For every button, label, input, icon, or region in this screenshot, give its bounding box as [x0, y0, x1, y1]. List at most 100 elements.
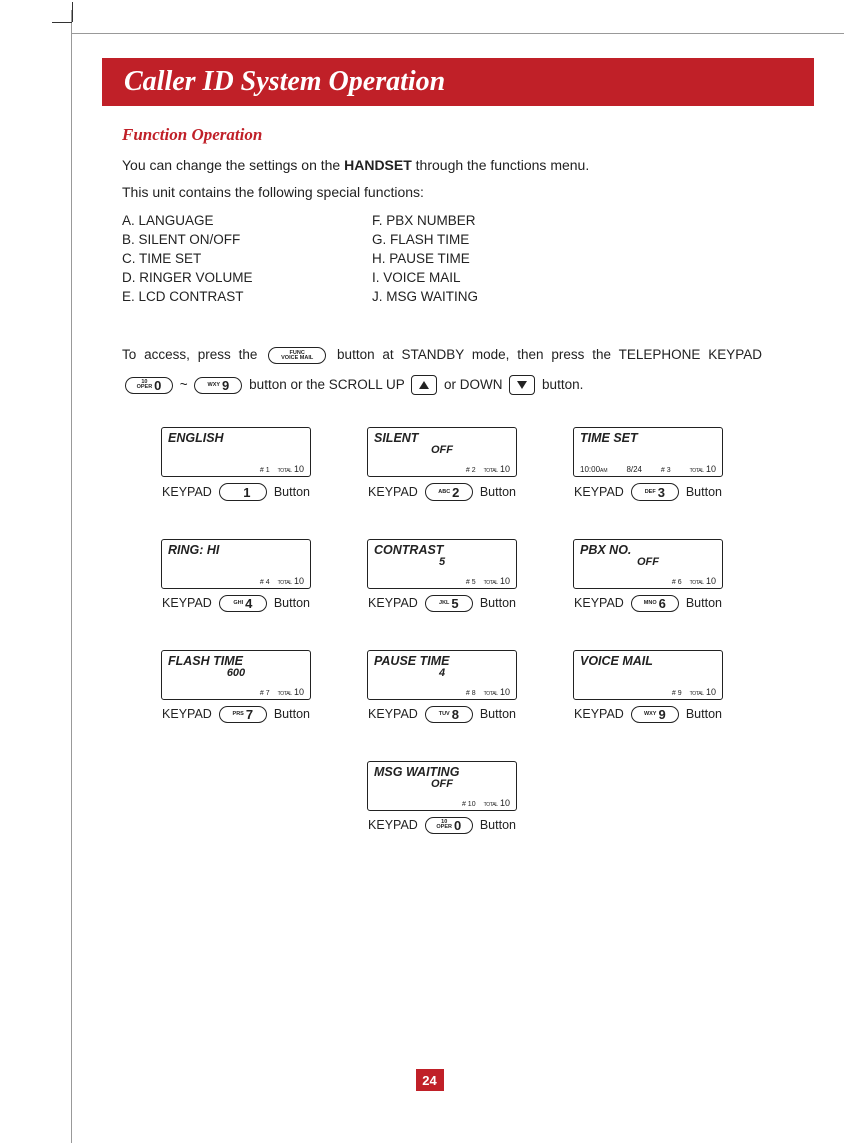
list-item: I. VOICE MAIL [372, 270, 622, 285]
key-label-bottom: OPER [137, 384, 153, 390]
key-digit: 3 [658, 485, 665, 500]
lcd-status-row: # 10TOTAL 10 [374, 798, 510, 808]
lcd-block: VOICE MAIL # 9 TOTAL 10 KEYPAD WXY9 Button [573, 650, 723, 723]
lcd-screen: RING: HI # 4 TOTAL 10 [161, 539, 311, 589]
lcd-status-row: # 4 TOTAL 10 [168, 576, 304, 586]
button-label: Button [274, 596, 310, 610]
text: button at STANDBY mode, then press the T… [337, 347, 762, 362]
key-digit: 9 [222, 378, 229, 393]
keypad-label: KEYPAD [574, 596, 624, 610]
keypad-instruction: KEYPAD DEF3 Button [573, 483, 723, 500]
key-label: GHI [233, 601, 243, 606]
functions-col-left: A. LANGUAGE B. SILENT ON/OFF C. TIME SET… [122, 209, 372, 308]
keypad-instruction: KEYPAD 1Button [161, 483, 311, 500]
keypad-key-button: MNO6 [631, 595, 679, 612]
lcd-index: # 4 [260, 579, 270, 586]
list-item: F. PBX NUMBER [372, 213, 622, 228]
lcd-index: # 2 [466, 467, 476, 474]
keypad-key-button: 10OPER0 [425, 817, 473, 834]
lcd-subtitle: 4 [374, 667, 510, 679]
lcd-status-row: # 8TOTAL 10 [374, 687, 510, 697]
button-label: Button [686, 707, 722, 721]
key-digit: 4 [245, 596, 252, 611]
lcd-total: TOTAL 10 [484, 464, 510, 474]
list-item: A. LANGUAGE [122, 213, 372, 228]
lcd-title: ENGLISH [168, 431, 304, 445]
lcd-status-row: # 9 TOTAL 10 [580, 687, 716, 697]
keypad-label: KEYPAD [574, 485, 624, 499]
lcd-total: TOTAL 10 [484, 798, 510, 808]
keypad-label: KEYPAD [574, 707, 624, 721]
keypad-instruction: KEYPAD 10OPER0 Button [367, 817, 517, 834]
lcd-subtitle: OFF [374, 778, 510, 790]
lcd-index: # 6 [672, 579, 682, 586]
keypad-instruction: KEYPADPRS7Button [161, 706, 311, 723]
button-label: Button [686, 485, 722, 499]
keypad-label: KEYPAD [368, 485, 418, 499]
button-label: Button [686, 596, 722, 610]
list-item: J. MSG WAITING [372, 289, 622, 304]
keypad-key-button: WXY9 [631, 706, 679, 723]
keypad-key-button: JKL5 [425, 595, 473, 612]
button-label: Button [480, 485, 516, 499]
lcd-screen: SILENTOFF# 2TOTAL 10 [367, 427, 517, 477]
lcd-index: # 3 [661, 467, 671, 474]
lcd-status-row: # 2 TOTAL 10 [374, 464, 510, 474]
lcd-screen: PAUSE TIME4 # 8TOTAL 10 [367, 650, 517, 700]
lcd-status-row: # 5TOTAL 10 [374, 576, 510, 586]
scroll-up-icon [411, 375, 437, 395]
text: ~ [180, 377, 192, 392]
list-item: G. FLASH TIME [372, 232, 622, 247]
keypad-instruction: KEYPAD GHI4 Button [161, 595, 311, 612]
key-label-bottom: VOICE MAIL [281, 355, 313, 361]
lcd-total: TOTAL 10 [484, 687, 510, 697]
lcd-total: TOTAL 10 [690, 576, 716, 586]
chapter-title: Caller ID System Operation [124, 66, 445, 98]
lcd-subtitle: OFF [374, 444, 510, 456]
keypad-key-button: GHI4 [219, 595, 267, 612]
lcd-screen: ENGLISH# 1TOTAL 10 [161, 427, 311, 477]
lcd-status-row: 10:00AM8/24# 3TOTAL 10 [580, 464, 716, 474]
lcd-block: TIME SET10:00AM8/24# 3TOTAL 10 KEYPAD DEF3… [573, 427, 723, 500]
lcd-title: RING: HI [168, 543, 304, 557]
lcd-screen: MSG WAITINGOFF# 10TOTAL 10 [367, 761, 517, 811]
text: button or the SCROLL UP [249, 377, 408, 392]
button-label: Button [274, 707, 310, 721]
lcd-status-row: # 7TOTAL 10 [168, 687, 304, 697]
lcd-total: TOTAL 10 [278, 576, 304, 586]
lcd-index: # 9 [672, 690, 682, 697]
lcd-block: ENGLISH# 1TOTAL 10 KEYPAD 1Button [161, 427, 311, 500]
page-number: 24 [416, 1069, 444, 1091]
key-digit: 0 [454, 818, 461, 833]
lcd-total: TOTAL 10 [690, 687, 716, 697]
keypad-label: KEYPAD [162, 596, 212, 610]
text: through the functions menu. [412, 157, 589, 173]
lcd-block: SILENTOFF# 2TOTAL 10KEYPADABC2Button [367, 427, 517, 500]
chapter-title-bar: Caller ID System Operation [102, 58, 814, 106]
lcd-title: FLASH TIME [168, 654, 304, 668]
keypad-key-button: DEF3 [631, 483, 679, 500]
key-digit: 1 [243, 485, 250, 500]
lcd-block: FLASH TIME600# 7TOTAL 10KEYPADPRS7Button [161, 650, 311, 723]
lcd-block: CONTRAST5# 5TOTAL 10KEYPADJKL5Button [367, 539, 517, 612]
button-label: Button [480, 818, 516, 832]
lcd-title: PAUSE TIME [374, 654, 510, 668]
keypad-key-button: TUV8 [425, 706, 473, 723]
lcd-subtitle: 600 [168, 667, 304, 679]
key-label: WXY [644, 712, 657, 717]
lcd-title: VOICE MAIL [580, 654, 716, 668]
functions-list: A. LANGUAGE B. SILENT ON/OFF C. TIME SET… [122, 209, 762, 308]
lcd-screen: TIME SET10:00AM8/24# 3TOTAL 10 [573, 427, 723, 477]
key-label: ABC [438, 490, 450, 495]
func-voicemail-button: FUNCVOICE MAIL [268, 347, 326, 364]
key-digit: 5 [451, 596, 458, 611]
lcd-screen: PBX NO.OFF# 6TOTAL 10 [573, 539, 723, 589]
keypad-instruction: KEYPAD WXY9 Button [573, 706, 723, 723]
keypad-instruction: KEYPADTUV8Button [367, 706, 517, 723]
list-item: D. RINGER VOLUME [122, 270, 372, 285]
key-label: DEF [645, 490, 656, 495]
keypad-key-button: ABC2 [425, 483, 473, 500]
keypad-label: KEYPAD [368, 818, 418, 832]
key-digit: 7 [246, 707, 253, 722]
text-bold: HANDSET [344, 157, 412, 173]
